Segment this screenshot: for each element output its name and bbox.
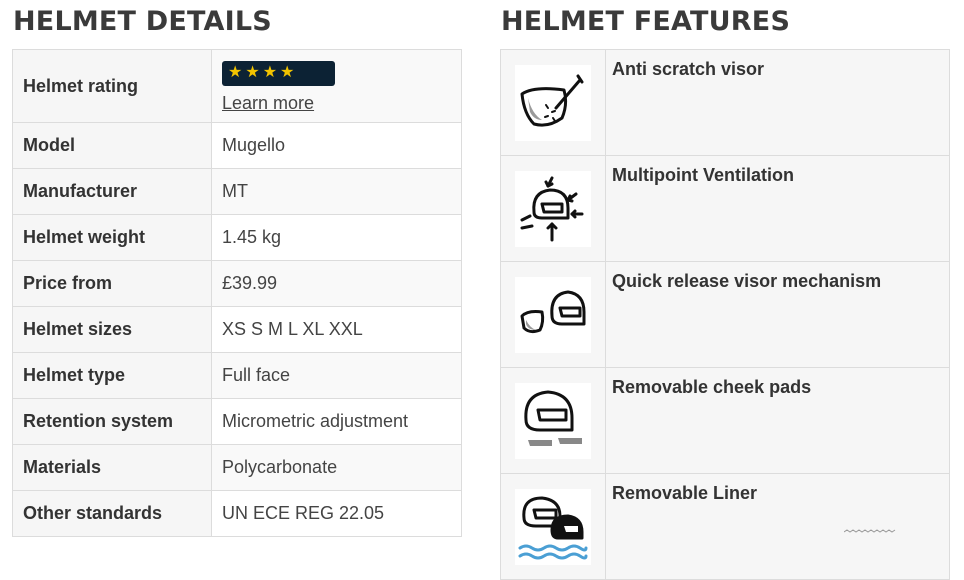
feature-row: Multipoint Ventilation bbox=[500, 155, 950, 262]
row-label: Retention system bbox=[12, 398, 212, 445]
feature-label: Anti scratch visor bbox=[605, 49, 950, 156]
table-row: Helmet type Full face bbox=[12, 352, 462, 399]
table-row: Materials Polycarbonate bbox=[12, 444, 462, 491]
quick-release-visor-icon bbox=[515, 276, 591, 353]
row-label: Helmet type bbox=[12, 352, 212, 399]
row-value: 1.45 kg bbox=[211, 214, 462, 261]
row-value: UN ECE REG 22.05 bbox=[211, 490, 462, 537]
helmet-features-table: Anti scratch visor Multipoint Ventilatio… bbox=[500, 49, 950, 580]
row-value: MT bbox=[211, 168, 462, 215]
feature-row: Quick release visor mechanism bbox=[500, 261, 950, 368]
helmet-details-section: HELMET DETAILS Helmet rating ★★★★ Learn … bbox=[12, 0, 462, 537]
row-label: Helmet weight bbox=[12, 214, 212, 261]
table-row: Retention system Micrometric adjustment bbox=[12, 398, 462, 445]
row-value: Full face bbox=[211, 352, 462, 399]
row-value: Mugello bbox=[211, 122, 462, 169]
anti-scratch-visor-icon bbox=[515, 64, 591, 141]
ventilation-icon bbox=[515, 170, 591, 247]
row-label: Model bbox=[12, 122, 212, 169]
cheek-pads-icon bbox=[515, 382, 591, 459]
star-icons: ★★★★ bbox=[228, 63, 298, 81]
helmet-details-title: HELMET DETAILS bbox=[13, 6, 272, 37]
watermark-mark bbox=[843, 528, 896, 534]
row-label: Other standards bbox=[12, 490, 212, 537]
feature-label: Removable Liner bbox=[605, 473, 950, 580]
table-row: Helmet weight 1.45 kg bbox=[12, 214, 462, 261]
row-label: Helmet sizes bbox=[12, 306, 212, 353]
row-label: Price from bbox=[12, 260, 212, 307]
table-row: Manufacturer MT bbox=[12, 168, 462, 215]
row-label: Materials bbox=[12, 444, 212, 491]
table-row: Model Mugello bbox=[12, 122, 462, 169]
feature-label: Quick release visor mechanism bbox=[605, 261, 950, 368]
table-row: Other standards UN ECE REG 22.05 bbox=[12, 490, 462, 537]
row-value: £39.99 bbox=[211, 260, 462, 307]
table-row: Helmet sizes XS S M L XL XXL bbox=[12, 306, 462, 353]
row-value: Polycarbonate bbox=[211, 444, 462, 491]
learn-more-link[interactable]: Learn more bbox=[222, 93, 451, 114]
row-label: Manufacturer bbox=[12, 168, 212, 215]
helmet-details-table: Helmet rating ★★★★ Learn more Model Muge… bbox=[12, 49, 462, 537]
rating-badge: ★★★★ bbox=[222, 60, 335, 86]
table-row: Price from £39.99 bbox=[12, 260, 462, 307]
rating-cell: ★★★★ Learn more bbox=[211, 49, 462, 123]
row-value: Micrometric adjustment bbox=[211, 398, 462, 445]
table-row-rating: Helmet rating ★★★★ Learn more bbox=[12, 49, 462, 123]
helmet-features-section: HELMET FEATURES Anti scratch visor Multi… bbox=[500, 0, 950, 580]
helmet-features-title: HELMET FEATURES bbox=[501, 6, 791, 37]
feature-label: Multipoint Ventilation bbox=[605, 155, 950, 262]
row-value: XS S M L XL XXL bbox=[211, 306, 462, 353]
feature-row: Removable cheek pads bbox=[500, 367, 950, 474]
feature-row: Anti scratch visor bbox=[500, 49, 950, 156]
removable-liner-icon bbox=[515, 488, 591, 565]
feature-row: Removable Liner bbox=[500, 473, 950, 580]
feature-label: Removable cheek pads bbox=[605, 367, 950, 474]
rating-label: Helmet rating bbox=[12, 49, 212, 123]
